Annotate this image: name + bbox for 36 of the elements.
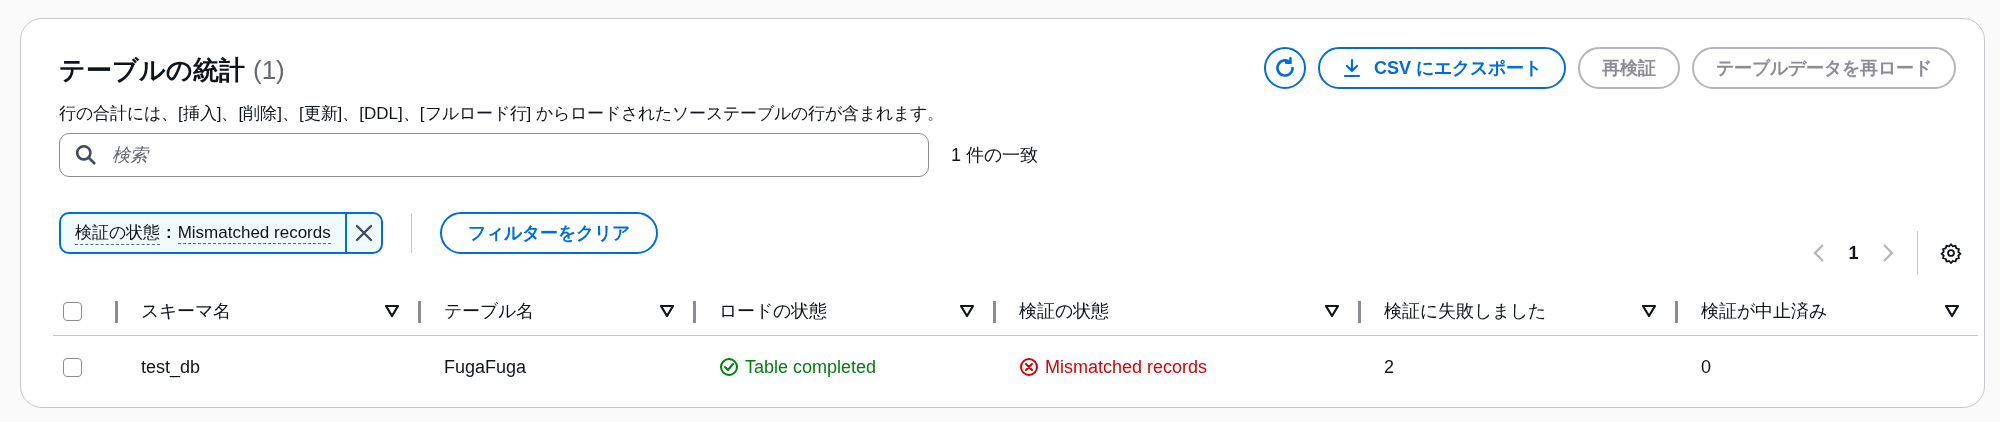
row-checkbox[interactable] <box>63 357 82 377</box>
column-header[interactable]: 検証が中止済み <box>1701 299 1827 323</box>
status-text: Mismatched records <box>1045 356 1208 378</box>
section-title: テーブルの統計 <box>59 54 245 87</box>
sort-icon[interactable] <box>959 304 975 318</box>
column-header[interactable]: 検証に失敗しました <box>1384 299 1546 323</box>
column-header[interactable]: 検証の状態 <box>1019 299 1109 323</box>
search-field[interactable]: 検索 <box>59 133 929 177</box>
column-header[interactable]: スキーマ名 <box>141 299 231 323</box>
table-cell: 0 <box>1701 356 1711 378</box>
page-number[interactable]: 1 <box>1848 242 1859 264</box>
table-cell: 2 <box>1384 356 1394 378</box>
column-header[interactable]: ロードの状態 <box>719 299 827 323</box>
sort-icon[interactable] <box>659 304 675 318</box>
sort-icon[interactable] <box>1324 304 1340 318</box>
table-cell: test_db <box>141 356 201 378</box>
error-circle-icon <box>1019 357 1039 377</box>
sort-icon[interactable] <box>1641 304 1657 318</box>
item-count: (1) <box>253 55 285 86</box>
check-circle-icon <box>719 357 739 377</box>
settings-icon[interactable] <box>1940 242 1962 264</box>
status-text: Table completed <box>745 356 877 378</box>
sort-icon[interactable] <box>1944 304 1960 318</box>
close-icon <box>353 223 374 243</box>
clear-filters-button[interactable]: フィルターをクリア <box>440 212 659 254</box>
select-all-checkbox[interactable] <box>63 301 82 321</box>
search-icon <box>75 144 97 166</box>
description: 行の合計には、[挿入]、[削除]、[更新]、[DDL]、[フルロード行] からロードされたソーステーブルの行が含まれます。 <box>59 103 944 125</box>
export-button[interactable]: CSV にエクスポート <box>1318 47 1566 89</box>
match-count: 1 件の一致 <box>951 144 1038 167</box>
filter-token: 検証の状態 : Mismatched records <box>61 214 345 252</box>
column-header[interactable]: テーブル名 <box>444 299 534 323</box>
sort-icon[interactable] <box>384 304 400 318</box>
table-cell: FugaFuga <box>444 356 527 378</box>
refresh-button[interactable] <box>1264 47 1306 89</box>
download-icon <box>1342 58 1362 78</box>
